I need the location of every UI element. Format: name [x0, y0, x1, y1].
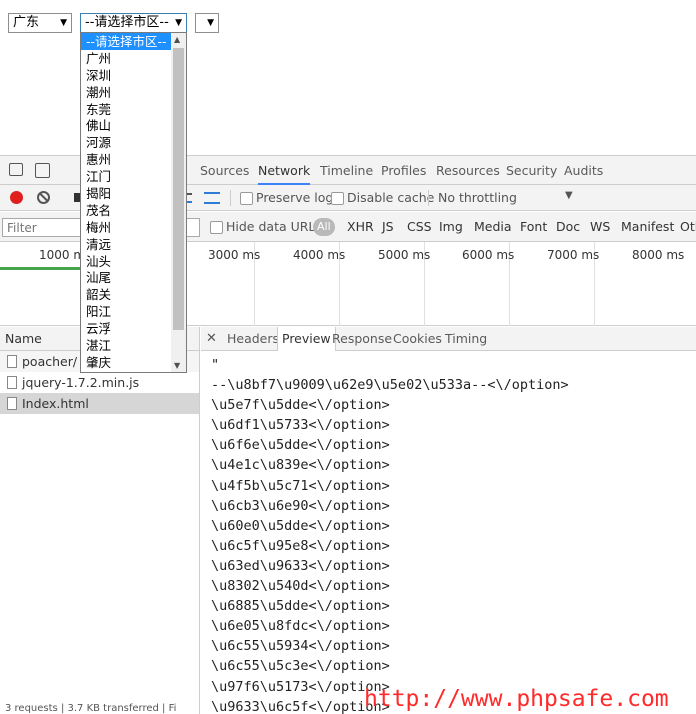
- dropdown-arrow-icon: ▼: [175, 18, 182, 28]
- filter-type-img[interactable]: Img: [439, 218, 463, 236]
- request-name: poacher/: [22, 354, 78, 369]
- preview-line: \u6c55\u5934<\/option>: [211, 638, 390, 655]
- close-icon[interactable]: ✕: [206, 331, 217, 346]
- tab-timing[interactable]: Timing: [445, 327, 487, 351]
- preview-line: \u63ed\u9633<\/option>: [211, 557, 390, 574]
- preview-line: \u6e05\u8fdc<\/option>: [211, 618, 390, 635]
- status-summary: 3 requests | 3.7 KB transferred | Fi: [5, 703, 177, 714]
- request-row[interactable]: jquery-1.7.2.min.js: [0, 372, 199, 393]
- throttling-arrow-icon[interactable]: ▼: [565, 190, 573, 201]
- file-icon: [7, 376, 17, 389]
- scroll-up-icon[interactable]: ▲: [174, 35, 180, 44]
- city-select[interactable]: --请选择市区-- ▼: [80, 13, 187, 33]
- preview-line: ": [211, 357, 220, 373]
- request-name: Index.html: [22, 396, 89, 411]
- preview-content: " --\u8bf7\u9009\u62e9\u5e02\u533a--<\/o…: [211, 355, 691, 714]
- timeline-tick-label: 4000 ms: [293, 248, 346, 262]
- tab-security[interactable]: Security: [506, 156, 557, 185]
- request-name: jquery-1.7.2.min.js: [22, 375, 140, 390]
- preview-line: \u6cb3\u6e90<\/option>: [211, 497, 390, 514]
- dropdown-arrow-icon: ▼: [207, 18, 214, 28]
- request-detail-panel: ✕ Headers Preview Response Cookies Timin…: [201, 327, 696, 714]
- tab-audits[interactable]: Audits: [564, 156, 603, 185]
- preview-line: --\u8bf7\u9009\u62e9\u5e02\u533a--<\/opt…: [211, 377, 569, 394]
- preview-line: \u5e7f\u5dde<\/option>: [211, 397, 390, 414]
- filter-type-manifest[interactable]: Manifest: [621, 218, 674, 236]
- dropdown-arrow-icon: ▼: [60, 18, 67, 28]
- preview-line: \u6df1\u5733<\/option>: [211, 417, 390, 434]
- tab-preview[interactable]: Preview: [277, 327, 336, 351]
- inspect-element-icon[interactable]: [9, 163, 23, 176]
- timeline-tick-label: 6000 ms: [462, 248, 515, 262]
- filter-type-media[interactable]: Media: [474, 218, 512, 236]
- timeline-load-bar: [0, 267, 84, 270]
- timeline-tick-label: 3000 ms: [208, 248, 261, 262]
- scroll-down-icon[interactable]: ▼: [174, 361, 180, 370]
- preview-line: \u4f5b\u5c71<\/option>: [211, 477, 390, 494]
- tab-timeline[interactable]: Timeline: [320, 156, 373, 185]
- preview-line: \u8302\u540d<\/option>: [211, 578, 390, 595]
- timeline-tick-label: 8000 ms: [632, 248, 685, 262]
- tab-sources[interactable]: Sources: [200, 156, 249, 185]
- request-row[interactable]: Index.html: [0, 393, 199, 414]
- request-list: Name poacher/ jquery-1.7.2.min.js Index.…: [0, 327, 200, 714]
- tab-network[interactable]: Network: [258, 156, 311, 185]
- filter-type-font[interactable]: Font: [520, 218, 547, 236]
- record-icon[interactable]: [10, 191, 23, 204]
- preview-line: \u60e0\u5dde<\/option>: [211, 517, 390, 534]
- preview-line: \u6c55\u5c3e<\/option>: [211, 658, 390, 675]
- preview-line: \u6c5f\u95e8<\/option>: [211, 537, 390, 554]
- city-option[interactable]: --请选择市区--: [81, 33, 171, 50]
- city-select-value: --请选择市区--: [85, 15, 169, 30]
- filter-type-all[interactable]: All: [313, 218, 335, 236]
- filter-type-xhr[interactable]: XHR: [347, 218, 374, 236]
- clear-icon[interactable]: [37, 191, 50, 204]
- device-mode-icon[interactable]: [35, 163, 50, 178]
- filter-type-ws[interactable]: WS: [590, 218, 610, 236]
- hide-data-urls-checkbox[interactable]: Hide data URLs: [210, 219, 322, 235]
- file-icon: [7, 397, 17, 410]
- detail-tabbar: ✕ Headers Preview Response Cookies Timin…: [201, 327, 696, 351]
- tab-response[interactable]: Response: [332, 327, 392, 351]
- scrollbar-thumb[interactable]: [173, 48, 184, 330]
- preview-line: \u6f6e\u5dde<\/option>: [211, 437, 390, 454]
- watermark-text: http://www.phpsafe.com: [364, 686, 669, 712]
- toolbar-divider: [428, 190, 429, 206]
- tab-profiles[interactable]: Profiles: [381, 156, 426, 185]
- preserve-log-checkbox[interactable]: Preserve log: [240, 190, 333, 206]
- tab-resources[interactable]: Resources: [436, 156, 500, 185]
- preview-line: \u4e1c\u839e<\/option>: [211, 457, 390, 474]
- timeline-tick-label: 7000 ms: [547, 248, 600, 262]
- filter-type-other[interactable]: Oth: [680, 218, 696, 236]
- dropdown-scrollbar[interactable]: ▲ ▼: [171, 33, 186, 372]
- preview-line: \u6885\u5dde<\/option>: [211, 598, 390, 615]
- province-select[interactable]: 广东 ▼: [8, 13, 72, 33]
- disable-cache-checkbox[interactable]: Disable cache: [331, 190, 434, 206]
- province-select-value: 广东: [13, 15, 40, 30]
- tab-headers[interactable]: Headers: [227, 327, 279, 351]
- file-icon: [7, 355, 17, 368]
- filter-type-css[interactable]: CSS: [407, 218, 432, 236]
- throttling-select[interactable]: No throttling: [438, 190, 517, 206]
- filter-type-js[interactable]: JS: [382, 218, 394, 236]
- toolbar-divider: [230, 190, 231, 206]
- tab-cookies[interactable]: Cookies: [393, 327, 442, 351]
- district-select[interactable]: ▼: [195, 13, 219, 33]
- view-overview-icon[interactable]: [204, 192, 220, 204]
- city-dropdown-list[interactable]: --请选择市区-- 广州 深圳 潮州 东莞 佛山 河源 惠州 江门 揭阳 茂名 …: [80, 32, 187, 373]
- timeline-tick-label: 5000 ms: [378, 248, 431, 262]
- filter-type-doc[interactable]: Doc: [556, 218, 580, 236]
